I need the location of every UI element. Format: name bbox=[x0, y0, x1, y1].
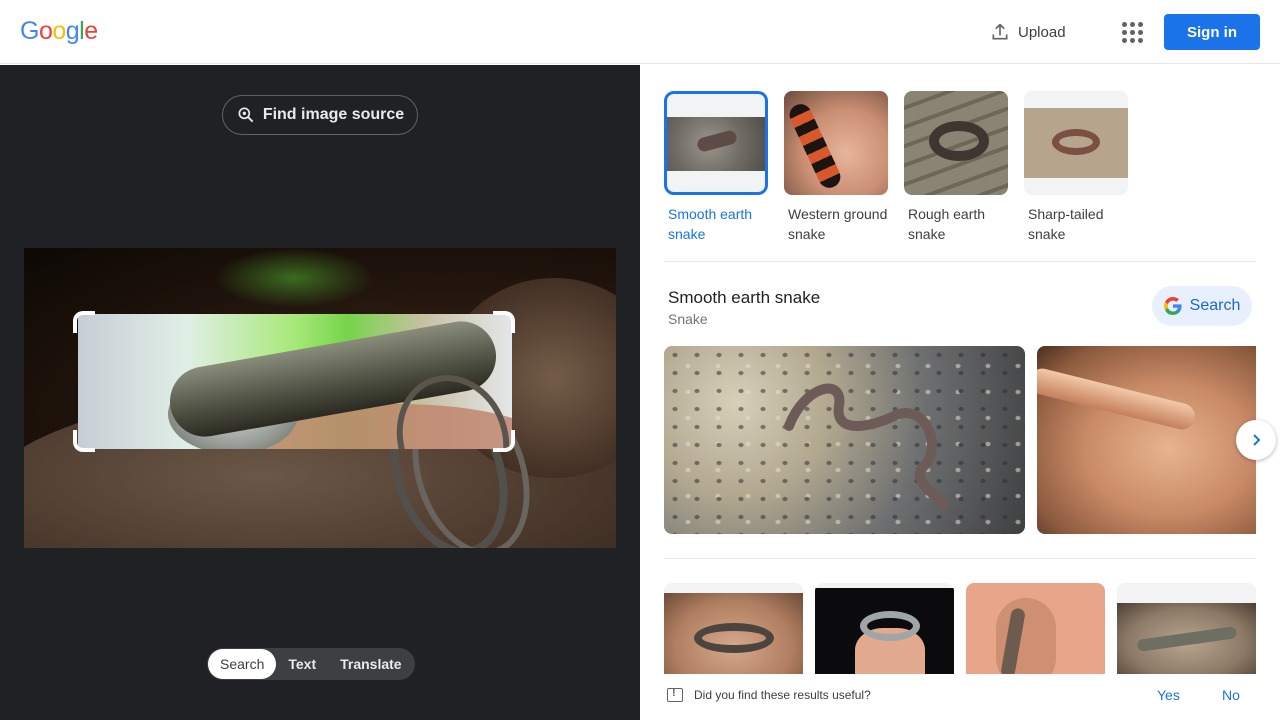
feedback-yes-button[interactable]: Yes bbox=[1157, 687, 1180, 703]
chip-label: Smooth earth snake bbox=[668, 206, 753, 242]
crop-handle-top-left[interactable] bbox=[73, 311, 95, 333]
visual-match-chips: Smooth earth snake Western ground snake … bbox=[664, 91, 1128, 244]
upload-button[interactable]: Upload bbox=[990, 18, 1066, 46]
result-image[interactable] bbox=[1037, 346, 1256, 534]
visual-match-thumbnail[interactable] bbox=[1117, 583, 1256, 683]
visual-match-thumbnail[interactable] bbox=[664, 583, 803, 683]
visual-match-thumbnail[interactable] bbox=[815, 583, 954, 683]
feedback-bar: Did you find these results useful? Yes N… bbox=[640, 674, 1280, 720]
top-bar: Google Upload Sign in bbox=[0, 0, 1280, 64]
chip-smooth-earth-snake[interactable]: Smooth earth snake bbox=[664, 91, 768, 244]
chevron-right-icon[interactable] bbox=[1236, 420, 1276, 460]
chip-thumbnail bbox=[784, 91, 888, 195]
search-button-label: Search bbox=[1189, 297, 1241, 314]
upload-icon bbox=[992, 23, 1008, 40]
results-panel: Smooth earth snake Western ground snake … bbox=[640, 65, 1280, 720]
chip-thumbnail bbox=[664, 91, 768, 195]
entity-subtitle: Snake bbox=[668, 311, 708, 327]
visual-matches-grid bbox=[664, 583, 1256, 683]
crop-selection-region[interactable] bbox=[78, 314, 512, 449]
crop-handle-top-right[interactable] bbox=[493, 311, 515, 333]
find-image-source-label: Find image source bbox=[262, 106, 405, 123]
result-image[interactable] bbox=[664, 346, 1025, 534]
upload-label: Upload bbox=[1018, 23, 1066, 41]
chip-thumbnail bbox=[904, 91, 1008, 195]
chip-label: Western ground snake bbox=[788, 206, 888, 242]
apps-grid-icon[interactable] bbox=[1118, 18, 1146, 46]
sign-in-button[interactable]: Sign in bbox=[1164, 14, 1260, 50]
google-logo[interactable]: Google bbox=[20, 17, 98, 46]
lens-search-icon bbox=[238, 107, 254, 123]
chip-label: Rough earth snake bbox=[908, 206, 986, 242]
visual-match-thumbnail[interactable] bbox=[966, 583, 1105, 683]
google-search-button[interactable]: Search bbox=[1152, 286, 1252, 326]
chip-label: Sharp-tailed snake bbox=[1028, 206, 1104, 242]
mode-search-tab[interactable]: Search bbox=[208, 649, 277, 679]
crop-handle-bottom-left[interactable] bbox=[73, 430, 95, 452]
find-image-source-button[interactable]: Find image source bbox=[222, 95, 418, 135]
mode-translate-tab[interactable]: Translate bbox=[328, 649, 413, 679]
chip-thumbnail bbox=[1024, 91, 1128, 195]
divider bbox=[664, 261, 1256, 262]
chip-rough-earth-snake[interactable]: Rough earth snake bbox=[904, 91, 1008, 244]
feedback-icon bbox=[667, 687, 683, 702]
chip-western-ground-snake[interactable]: Western ground snake bbox=[784, 91, 888, 244]
lens-mode-switcher: Search Text Translate bbox=[207, 648, 415, 680]
mode-text-tab[interactable]: Text bbox=[276, 649, 328, 679]
feedback-question: Did you find these results useful? bbox=[694, 688, 871, 702]
google-g-icon bbox=[1163, 297, 1182, 315]
crop-handle-bottom-right[interactable] bbox=[493, 430, 515, 452]
divider bbox=[664, 558, 1256, 559]
feedback-no-button[interactable]: No bbox=[1222, 687, 1240, 703]
entity-title[interactable]: Smooth earth snake bbox=[668, 288, 820, 308]
chip-sharp-tailed-snake[interactable]: Sharp-tailed snake bbox=[1024, 91, 1128, 244]
